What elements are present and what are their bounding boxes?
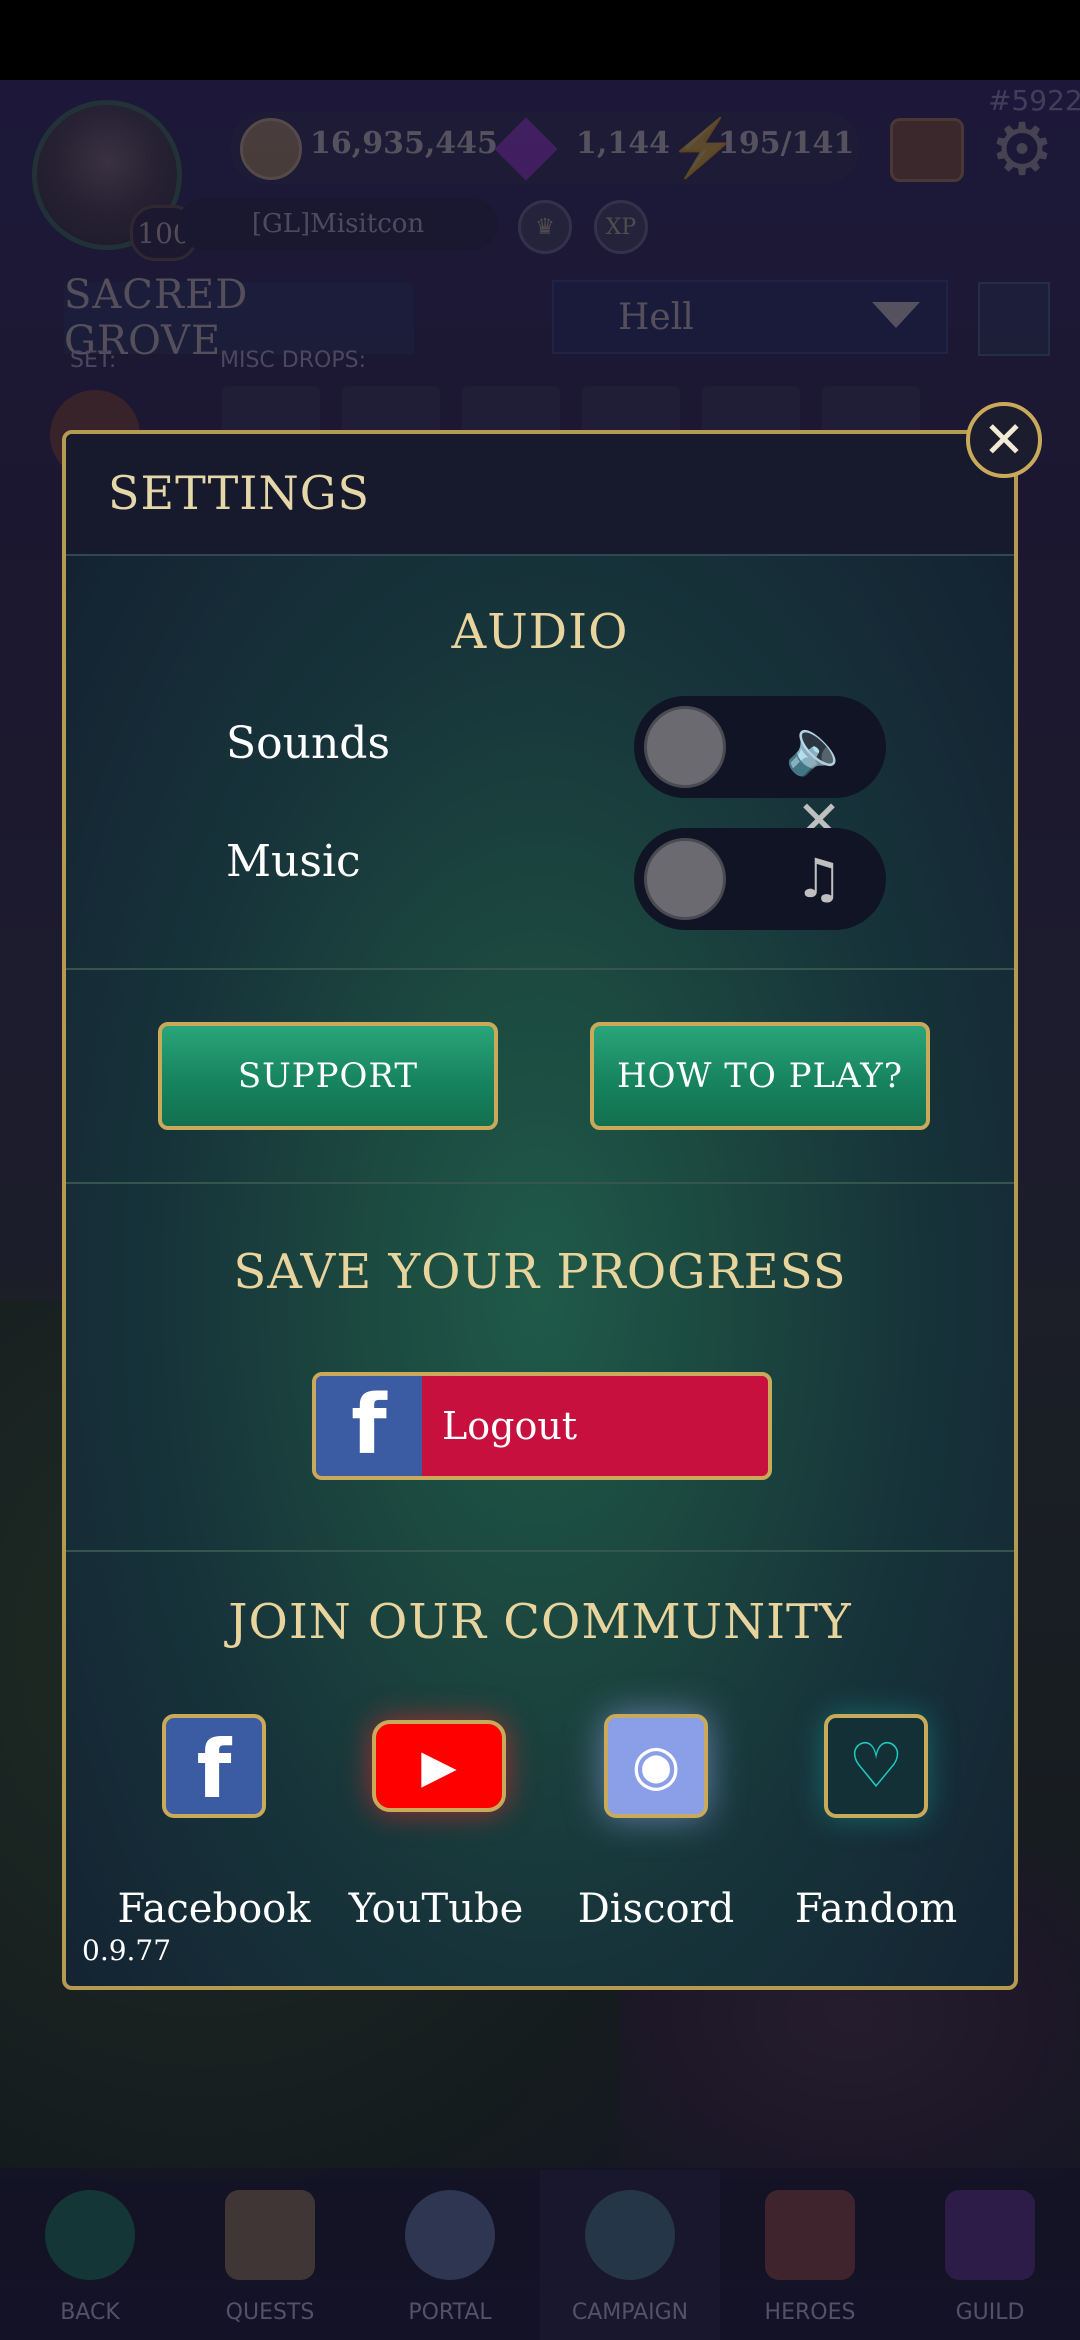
- fandom-label: Fandom: [794, 1886, 958, 1932]
- how-to-play-button[interactable]: HOW TO PLAY?: [590, 1022, 930, 1130]
- facebook-label: Facebook: [117, 1886, 311, 1932]
- discord-icon: ◉: [604, 1714, 708, 1818]
- section-divider: [66, 968, 1014, 970]
- music-note-icon: ♫: [794, 847, 844, 910]
- logout-label: Logout: [442, 1404, 578, 1448]
- toggle-knob: [644, 838, 726, 920]
- youtube-icon: ▶: [372, 1720, 506, 1812]
- facebook-icon: f: [162, 1714, 266, 1818]
- fandom-icon: ♡: [824, 1714, 928, 1818]
- youtube-link[interactable]: ▶ YouTube: [330, 1714, 542, 1964]
- discord-link[interactable]: ◉ Discord: [550, 1714, 762, 1964]
- section-divider: [66, 1182, 1014, 1184]
- sounds-label: Sounds: [226, 718, 391, 769]
- play-glyph: ▶: [421, 1739, 457, 1793]
- fandom-glyph: ♡: [848, 1729, 904, 1802]
- discord-glyph: ◉: [631, 1733, 681, 1798]
- sounds-toggle[interactable]: 🔈✕: [634, 696, 886, 852]
- dialog-header: SETTINGS: [66, 434, 1014, 556]
- youtube-label: YouTube: [348, 1886, 524, 1932]
- facebook-f-glyph: f: [196, 1723, 232, 1816]
- facebook-f-glyph: f: [351, 1378, 387, 1473]
- dialog-title: SETTINGS: [108, 466, 370, 520]
- music-label: Music: [226, 836, 361, 887]
- settings-dialog: SETTINGS AUDIO Sounds 🔈✕ Music ♫ SUPPORT…: [62, 430, 1018, 1990]
- discord-label: Discord: [577, 1886, 735, 1932]
- close-button[interactable]: ✕: [966, 402, 1042, 478]
- speaker-mute-icon: 🔈✕: [785, 715, 853, 852]
- support-button[interactable]: SUPPORT: [158, 1022, 498, 1130]
- close-icon: ✕: [983, 411, 1025, 469]
- status-bar: [0, 0, 1080, 80]
- toggle-knob: [644, 706, 726, 788]
- version-label: 0.9.77: [82, 1934, 172, 1967]
- facebook-logout-button[interactable]: f Logout: [312, 1372, 772, 1480]
- community-title: JOIN OUR COMMUNITY: [228, 1594, 852, 1650]
- facebook-icon: f: [316, 1376, 422, 1476]
- fandom-link[interactable]: ♡ Fandom: [770, 1714, 982, 1964]
- music-toggle[interactable]: ♫: [634, 828, 886, 930]
- save-progress-title: SAVE YOUR PROGRESS: [233, 1244, 847, 1300]
- facebook-link[interactable]: f Facebook: [108, 1714, 320, 1964]
- section-divider: [66, 1550, 1014, 1552]
- audio-title: AUDIO: [451, 604, 629, 660]
